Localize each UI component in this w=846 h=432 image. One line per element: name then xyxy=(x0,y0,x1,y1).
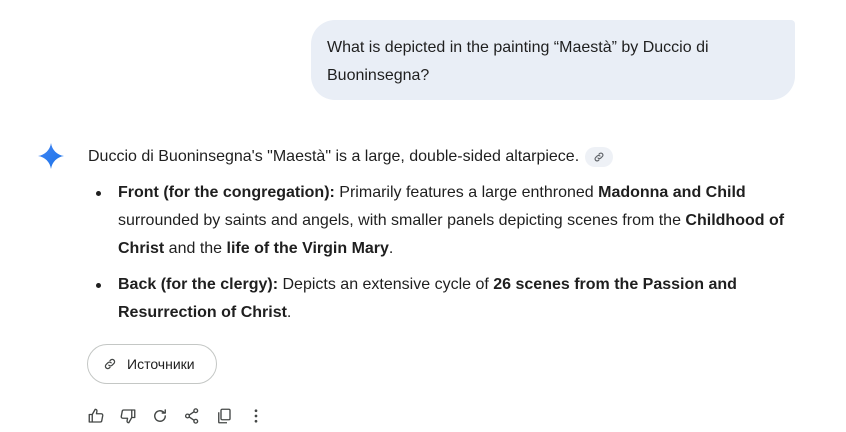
citation-link-chip[interactable] xyxy=(585,147,614,167)
text-segment: . xyxy=(286,304,292,321)
bold-text: Back (for the clergy): xyxy=(118,276,279,293)
user-message-bubble: What is depicted in the painting “Maestà… xyxy=(311,20,795,100)
user-message-text: What is depicted in the painting “Maestà… xyxy=(327,39,709,84)
response-bullet-list: Front (for the congregation): Primarily … xyxy=(88,179,808,327)
thumbs-up-icon xyxy=(88,408,104,423)
bullet-dot xyxy=(96,191,101,196)
assistant-response: Duccio di Buoninsegna's "Maestà" is a la… xyxy=(88,143,808,335)
response-bullet-item: Front (for the congregation): Primarily … xyxy=(88,179,808,263)
sources-button[interactable]: Источники xyxy=(87,344,217,384)
sources-button-label: Источники xyxy=(127,356,195,372)
bullet-dot xyxy=(96,283,101,288)
text-segment: Depicts an extensive cycle of xyxy=(278,276,494,293)
gemini-spark-icon xyxy=(38,143,64,169)
share-icon xyxy=(184,408,199,424)
share-button[interactable] xyxy=(182,406,202,426)
response-intro-text: Duccio di Buoninsegna's "Maestà" is a la… xyxy=(88,148,580,165)
thumbs-down-button[interactable] xyxy=(118,406,138,426)
text-segment: . xyxy=(388,240,394,257)
text-segment: surrounded by saints and angels, with sm… xyxy=(118,212,686,229)
bold-text: life of the Virgin Mary xyxy=(226,240,389,257)
copy-icon xyxy=(218,408,231,424)
text-segment: and the xyxy=(164,240,227,257)
bold-text: Madonna and Child xyxy=(598,184,746,201)
copy-button[interactable] xyxy=(214,406,234,426)
response-intro: Duccio di Buoninsegna's "Maestà" is a la… xyxy=(88,143,808,171)
link-icon xyxy=(594,152,604,162)
more-options-button[interactable] xyxy=(246,406,266,426)
link-icon xyxy=(104,358,116,370)
more-vert-icon xyxy=(254,409,258,423)
response-bullet-item: Back (for the clergy): Depicts an extens… xyxy=(88,271,808,327)
regenerate-button[interactable] xyxy=(150,406,170,426)
chat-page: What is depicted in the painting “Maestà… xyxy=(0,0,846,432)
thumbs-down-icon xyxy=(120,409,136,424)
bold-text: Front (for the congregation): xyxy=(118,184,335,201)
regenerate-icon xyxy=(154,409,166,422)
text-segment: Primarily features a large enthroned xyxy=(334,184,599,201)
thumbs-up-button[interactable] xyxy=(86,406,106,426)
response-actions-bar xyxy=(86,404,278,428)
